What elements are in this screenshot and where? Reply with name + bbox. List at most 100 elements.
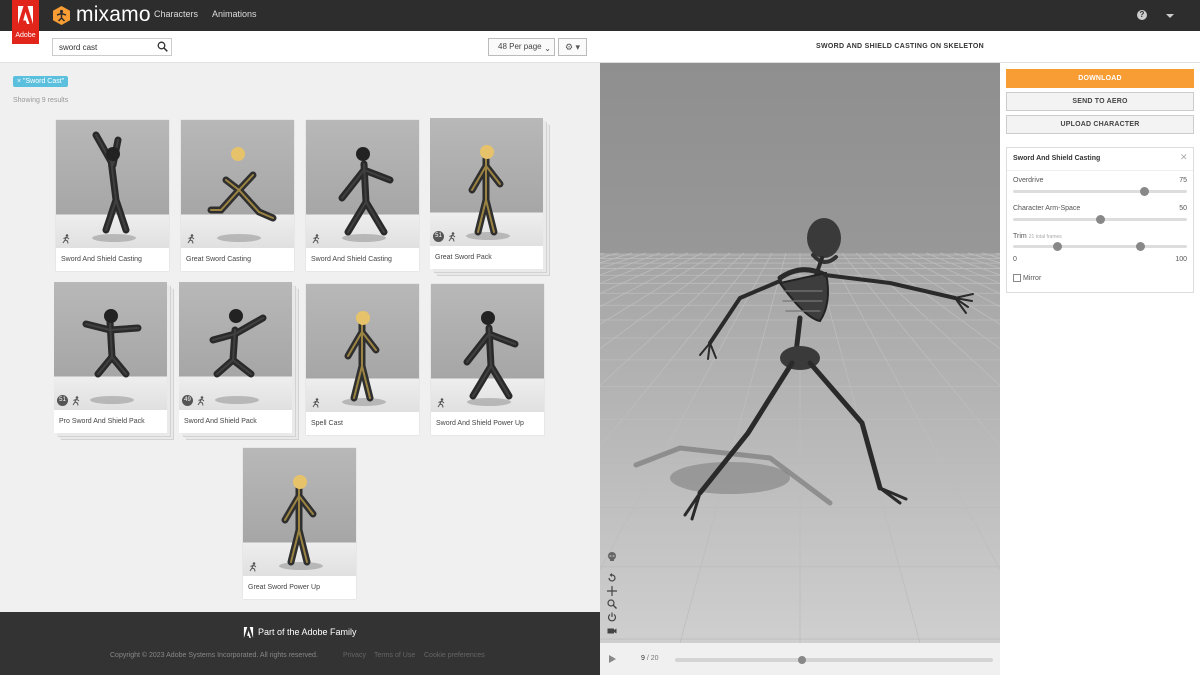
animation-card[interactable]: 51 Great Sword Pack xyxy=(430,118,543,269)
search-icon[interactable] xyxy=(157,41,168,52)
animation-thumbnail[interactable] xyxy=(243,448,356,576)
skull-icon[interactable] xyxy=(607,552,617,562)
timeline-slider[interactable] xyxy=(675,656,993,664)
pack-count-badge: 49 xyxy=(182,395,193,406)
cookie-preferences-link[interactable]: Cookie preferences xyxy=(424,652,485,659)
animation-card[interactable]: 51 Pro Sword And Shield Pack xyxy=(54,282,167,433)
animation-browser: 48 Per page ⌄ ⚙ ▾ × "Sword Cast" Showing… xyxy=(0,31,600,675)
overdrive-handle[interactable] xyxy=(1139,187,1149,196)
3d-viewport[interactable] xyxy=(600,63,1000,643)
filter-tag[interactable]: × "Sword Cast" xyxy=(13,76,69,87)
account-menu-caret-icon[interactable] xyxy=(1166,14,1174,18)
animation-settings: Sword And Shield Casting ✕ Overdrive 75 … xyxy=(1006,147,1194,293)
animation-thumbnail[interactable]: 51 xyxy=(430,118,543,246)
character-figure xyxy=(92,131,136,242)
character-figure xyxy=(342,311,386,406)
viewer-title: SWORD AND SHIELD CASTING ON SKELETON xyxy=(816,43,984,50)
arm-space-label: Character Arm-Space xyxy=(1013,205,1081,212)
mirror-checkbox[interactable] xyxy=(1013,274,1021,282)
animation-thumbnail[interactable]: 51 xyxy=(54,282,167,410)
in-place-run-icon xyxy=(312,398,320,408)
play-icon[interactable] xyxy=(609,655,616,663)
animation-thumbnail[interactable] xyxy=(306,284,419,412)
character-figure xyxy=(466,145,510,240)
animation-card[interactable]: 49 Sword And Shield Pack xyxy=(179,282,292,433)
animation-thumbnail[interactable] xyxy=(431,284,544,412)
download-button[interactable]: DOWNLOAD xyxy=(1006,69,1194,88)
chevron-down-icon: ⌄ xyxy=(544,44,551,53)
terms-link[interactable]: Terms of Use xyxy=(374,652,415,659)
close-icon[interactable]: ✕ xyxy=(1180,153,1188,162)
adobe-logo[interactable]: Adobe xyxy=(12,0,39,44)
adobe-a-icon xyxy=(243,627,254,638)
help-icon[interactable]: ? xyxy=(1137,10,1147,20)
nav-characters[interactable]: Characters xyxy=(154,9,198,19)
animation-card-label: Pro Sword And Shield Pack xyxy=(59,418,145,425)
zoom-icon[interactable] xyxy=(607,599,617,609)
animation-card[interactable]: Great Sword Casting xyxy=(181,120,294,271)
trim-start-value: 0 xyxy=(1013,256,1017,263)
nav-animations[interactable]: Animations xyxy=(212,9,257,19)
search-input[interactable] xyxy=(52,38,172,56)
character-figure xyxy=(279,475,323,570)
trim-title: Trim xyxy=(1013,233,1027,240)
reset-icon[interactable] xyxy=(607,573,617,583)
animation-card[interactable]: Sword And Shield Casting xyxy=(56,120,169,271)
copyright: Copyright © 2023 Adobe Systems Incorpora… xyxy=(110,652,318,659)
gear-icon[interactable]: ⚙ ▾ xyxy=(558,38,587,56)
arm-space-slider[interactable] xyxy=(1013,215,1187,224)
mixamo-logo-icon[interactable] xyxy=(52,6,71,25)
frame-current: 9 xyxy=(641,655,645,662)
privacy-link[interactable]: Privacy xyxy=(343,652,366,659)
divider xyxy=(1007,170,1193,171)
animation-card-label: Sword And Shield Pack xyxy=(184,418,257,425)
animation-thumbnail[interactable] xyxy=(181,120,294,248)
settings-title: Sword And Shield Casting xyxy=(1013,155,1101,162)
trim-start-handle[interactable] xyxy=(1052,242,1062,251)
arm-space-value: 50 xyxy=(1179,205,1187,212)
in-place-run-icon xyxy=(437,398,445,408)
animation-card-label: Great Sword Casting xyxy=(186,256,251,263)
per-page-select[interactable]: 48 Per page ⌄ xyxy=(488,38,555,56)
animation-card[interactable]: Sword And Shield Casting xyxy=(306,120,419,271)
animation-card[interactable]: Sword And Shield Power Up xyxy=(431,284,544,435)
animation-card-label: Sword And Shield Casting xyxy=(61,256,142,263)
trim-slider[interactable] xyxy=(1013,242,1187,251)
viewport-scene xyxy=(600,218,1000,643)
move-icon[interactable] xyxy=(607,586,617,596)
frame-total: / 20 xyxy=(646,655,659,662)
animation-thumbnail[interactable] xyxy=(56,120,169,248)
results-count: Showing 9 results xyxy=(13,97,69,104)
in-place-run-icon xyxy=(448,232,456,242)
overdrive-slider[interactable] xyxy=(1013,187,1187,196)
viewer-header: SWORD AND SHIELD CASTING ON SKELETON xyxy=(600,31,1200,63)
in-place-run-icon xyxy=(72,396,80,406)
overdrive-value: 75 xyxy=(1179,177,1187,184)
per-page-value: 48 Per page xyxy=(498,42,542,51)
timeline-handle[interactable] xyxy=(798,656,807,664)
arm-space-handle[interactable] xyxy=(1096,215,1105,224)
character-figure xyxy=(207,147,277,242)
animation-thumbnail[interactable] xyxy=(306,120,419,248)
animation-card-label: Spell Cast xyxy=(311,420,343,427)
trim-end-handle[interactable] xyxy=(1136,242,1146,251)
upload-character-button[interactable]: UPLOAD CHARACTER xyxy=(1006,115,1194,134)
pack-count-badge: 51 xyxy=(433,231,444,242)
send-to-aero-button[interactable]: SEND TO AERO xyxy=(1006,92,1194,111)
animation-card-label: Great Sword Pack xyxy=(435,254,492,261)
camera-icon[interactable] xyxy=(607,626,617,636)
frame-counter: 9 / 20 xyxy=(641,655,659,662)
adobe-label: Adobe xyxy=(15,32,36,39)
animation-card[interactable]: Spell Cast xyxy=(306,284,419,435)
trim-label: Trim 21 total frames xyxy=(1013,233,1062,240)
animation-card[interactable]: Great Sword Power Up xyxy=(243,448,356,599)
mirror-label: Mirror xyxy=(1023,275,1042,282)
power-icon[interactable] xyxy=(607,612,617,622)
footer: Part of the Adobe Family Copyright © 202… xyxy=(0,612,600,675)
in-place-run-icon xyxy=(249,562,257,572)
character-figure xyxy=(463,311,519,406)
brand-name[interactable]: mixamo xyxy=(76,3,151,27)
in-place-run-icon xyxy=(187,234,195,244)
animation-thumbnail[interactable]: 49 xyxy=(179,282,292,410)
search-bar: 48 Per page ⌄ ⚙ ▾ xyxy=(0,31,600,63)
